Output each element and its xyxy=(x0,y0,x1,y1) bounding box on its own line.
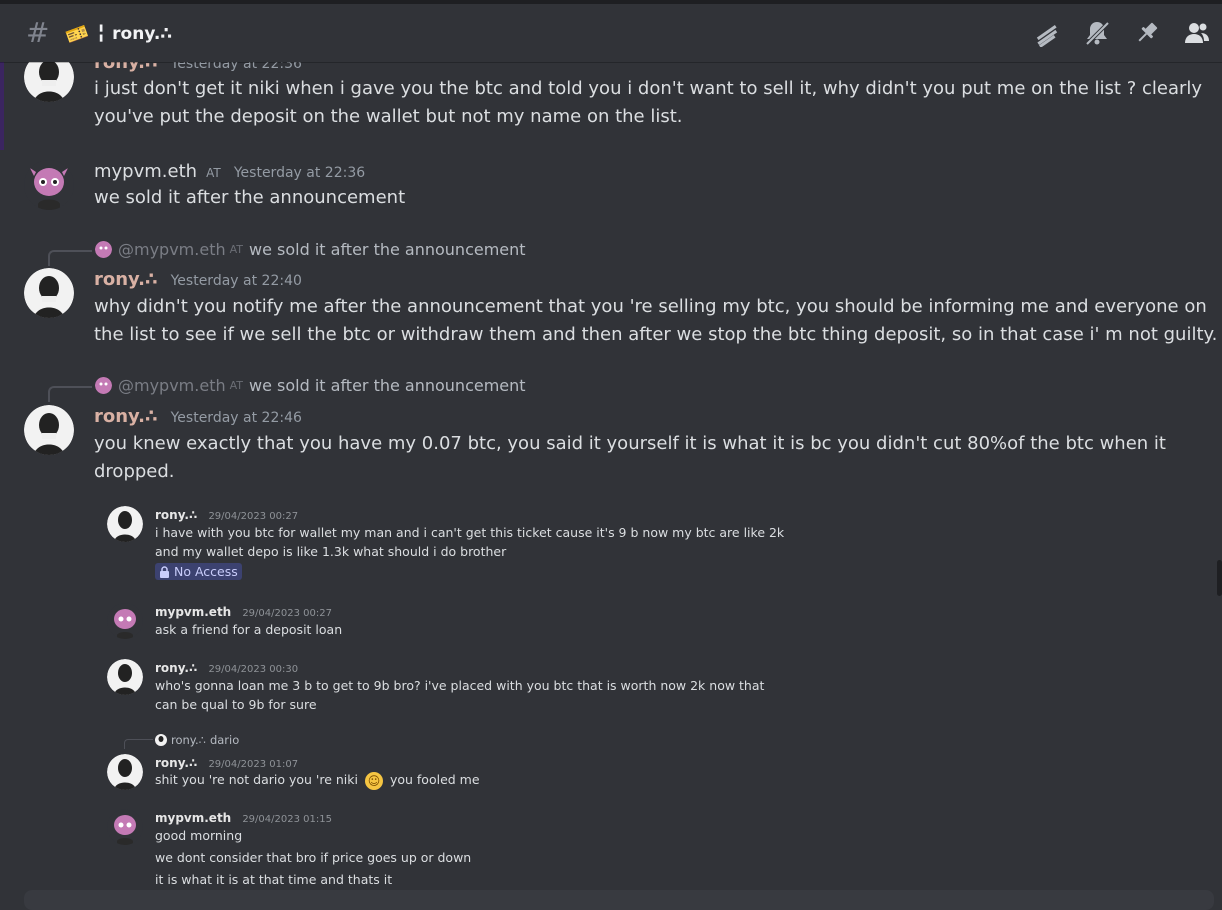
scrollbar[interactable] xyxy=(1217,560,1222,596)
attached-screenshot[interactable]: rony.∴ 29/04/2023 00:27 i have with you … xyxy=(96,498,784,893)
reply-tag: AT xyxy=(229,243,243,256)
message-timestamp: Yesterday at 22:46 xyxy=(170,410,302,426)
text-channel-hash-icon: # xyxy=(26,16,50,49)
embedded-text: good morning xyxy=(155,828,243,843)
avatar xyxy=(107,809,143,845)
reply-avatar xyxy=(95,377,112,394)
message-text: the list to see if we sell the btc or wi… xyxy=(94,323,1218,345)
embedded-text: we dont consider that bro if price goes … xyxy=(155,850,472,865)
member-list-icon[interactable] xyxy=(1182,18,1212,48)
message-item[interactable]: rony.∴ Yesterday at 22:40 why didn't you… xyxy=(24,266,1217,356)
message-author[interactable]: mypvm.eth xyxy=(94,161,197,182)
embedded-text: who's gonna loan me 3 b to get to 9b bro… xyxy=(155,678,765,693)
embedded-author: rony.∴ xyxy=(155,508,198,522)
reply-connector xyxy=(48,386,92,402)
reply-tag: AT xyxy=(229,379,243,392)
user-tag: AT xyxy=(206,166,221,180)
embedded-time: 29/04/2023 00:30 xyxy=(208,664,299,675)
message-text: you've put the deposit on the wallet but… xyxy=(94,105,683,127)
embedded-text: and my wallet depo is like 1.3k what sho… xyxy=(155,544,507,559)
threads-icon[interactable] xyxy=(1032,18,1062,48)
ticket-emoji-icon: 🎫 xyxy=(63,20,92,49)
embedded-time: 29/04/2023 01:07 xyxy=(208,759,299,770)
reply-preview[interactable]: @mypvm.eth AT we sold it after the annou… xyxy=(95,240,526,259)
sidebar-edge xyxy=(0,60,4,150)
message-text: we sold it after the announcement xyxy=(94,187,406,208)
embedded-text: it is what it is at that time and thats … xyxy=(155,872,393,887)
reply-preview[interactable]: @mypvm.eth AT we sold it after the annou… xyxy=(95,376,526,395)
reply-text: we sold it after the announcement xyxy=(249,240,526,259)
lock-icon xyxy=(160,565,169,578)
message-item[interactable]: mypvm.eth AT Yesterday at 22:36 we sold … xyxy=(24,158,1204,218)
message-text: i just don't get it niki when i gave you… xyxy=(94,78,1203,99)
embedded-author: mypvm.eth xyxy=(155,605,232,619)
avatar[interactable] xyxy=(24,268,74,318)
pin-icon[interactable] xyxy=(1132,18,1162,48)
avatar[interactable] xyxy=(24,160,74,210)
embedded-author: mypvm.eth xyxy=(155,811,232,825)
embedded-time: 29/04/2023 01:15 xyxy=(242,814,332,825)
message-text: why didn't you notify me after the annou… xyxy=(94,296,1207,317)
embedded-text: i have with you btc for wallet my man an… xyxy=(155,525,785,540)
message-author[interactable]: rony.∴ xyxy=(94,406,158,427)
reply-author: @mypvm.eth xyxy=(118,376,226,395)
mute-bell-icon[interactable] xyxy=(1082,18,1112,48)
embedded-text: ask a friend for a deposit loan xyxy=(155,622,343,637)
message-input[interactable] xyxy=(24,890,1214,910)
reply-text: we sold it after the announcement xyxy=(249,376,526,395)
avatar xyxy=(107,659,143,695)
embedded-time: 29/04/2023 00:27 xyxy=(242,608,332,619)
message-item[interactable]: rony.∴ Yesterday at 22:36 i just don't g… xyxy=(24,50,1204,130)
no-access-badge: No Access xyxy=(155,563,242,580)
message-timestamp: Yesterday at 22:36 xyxy=(233,165,366,181)
embedded-author: rony.∴ xyxy=(155,661,198,675)
embedded-text: can be qual to 9b for sure xyxy=(155,697,317,712)
channel-header: # 🎫 ╏ rony.∴ xyxy=(0,4,1222,62)
message-text: you knew exactly that you have my 0.07 b… xyxy=(94,433,1166,454)
avatar xyxy=(107,506,143,542)
channel-title: ╏ rony.∴ xyxy=(96,24,173,44)
reply-connector xyxy=(124,739,153,749)
embedded-reply-preview: rony.∴ dario xyxy=(155,733,239,747)
rolling-laugh-emoji: ☺ xyxy=(364,771,383,790)
embedded-text: you fooled me xyxy=(389,772,480,787)
avatar[interactable] xyxy=(24,405,74,455)
embedded-author: rony.∴ xyxy=(155,756,198,770)
message-item[interactable]: rony.∴ Yesterday at 22:46 you knew exact… xyxy=(24,403,1204,493)
embedded-time: 29/04/2023 00:27 xyxy=(208,511,299,522)
message-text: dropped. xyxy=(94,460,175,482)
message-timestamp: Yesterday at 22:40 xyxy=(170,273,302,289)
message-author[interactable]: rony.∴ xyxy=(94,269,158,290)
reply-avatar xyxy=(95,241,112,258)
avatar xyxy=(107,754,143,790)
avatar xyxy=(107,603,143,639)
embedded-text: shit you 're not dario you 're niki xyxy=(155,772,358,787)
avatar xyxy=(155,734,167,746)
reply-connector xyxy=(48,250,92,266)
reply-author: @mypvm.eth xyxy=(118,240,226,259)
